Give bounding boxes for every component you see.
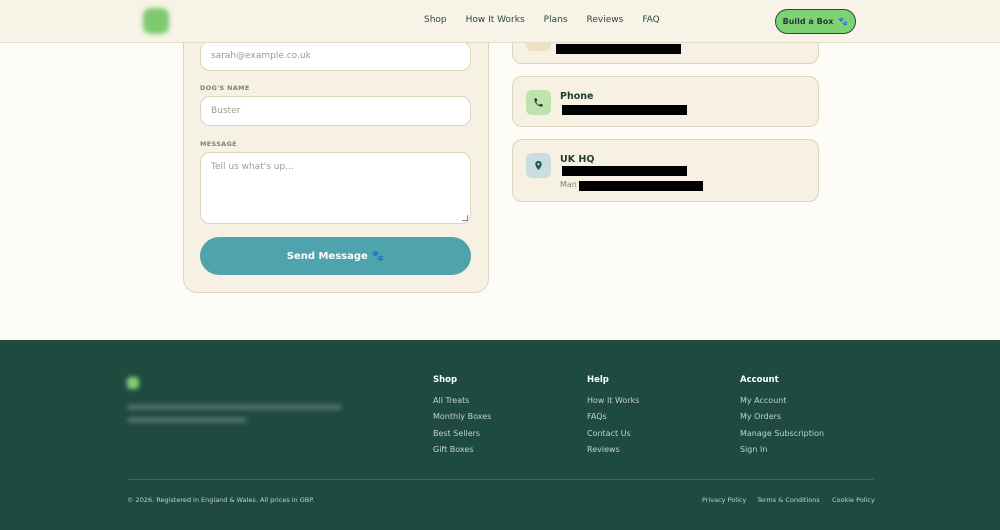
footer-blurb-line: [127, 404, 342, 410]
location-pin-icon: [526, 153, 551, 178]
footer-logo[interactable]: [127, 376, 212, 390]
main-nav: Shop How It Works Plans Reviews FAQ: [424, 15, 660, 25]
message-placeholder: Tell us what's up...: [211, 162, 294, 172]
footer-link-sign-in[interactable]: Sign In: [740, 445, 767, 454]
footer-link-cookie-policy[interactable]: Cookie Policy: [832, 496, 875, 504]
email-placeholder: sarah@example.co.uk: [211, 51, 311, 61]
footer-blurb-line: [127, 417, 247, 423]
paw-icon: 🐾: [371, 250, 385, 262]
send-message-label: Send Message: [286, 250, 368, 262]
logo-text: [177, 13, 255, 29]
nav-reviews[interactable]: Reviews: [587, 15, 624, 25]
footer-link-faqs[interactable]: FAQs: [587, 412, 607, 421]
dog-name-label: DOG'S NAME: [200, 84, 250, 92]
footer-logo-text: [145, 376, 212, 390]
site-header: Shop How It Works Plans Reviews FAQ Buil…: [0, 0, 1000, 43]
redacted-address-line-2: [579, 181, 703, 191]
nav-faq[interactable]: FAQ: [642, 15, 659, 25]
redacted-address-line-1: [562, 166, 687, 176]
footer-link-terms[interactable]: Terms & Conditions: [757, 496, 820, 504]
footer-link-best-sellers[interactable]: Best Sellers: [433, 429, 480, 438]
hq-card: UK HQ Man: [512, 139, 819, 202]
nav-how-it-works[interactable]: How It Works: [466, 15, 525, 25]
build-a-box-button[interactable]: Build a Box 🐾: [775, 9, 856, 34]
footer-link-privacy-policy[interactable]: Privacy Policy: [702, 496, 746, 504]
footer-link-my-account[interactable]: My Account: [740, 396, 786, 405]
phone-icon: [526, 90, 551, 115]
footer-divider: [127, 479, 874, 480]
resize-handle-icon[interactable]: [462, 215, 468, 221]
hq-address-prefix: Man: [560, 180, 577, 189]
footer-logo-mark: [127, 377, 139, 389]
footer-link-monthly-boxes[interactable]: Monthly Boxes: [433, 412, 491, 421]
hq-title: UK HQ: [560, 154, 595, 165]
footer-link-my-orders[interactable]: My Orders: [740, 412, 781, 421]
logo-mark: [143, 8, 169, 34]
dog-name-field[interactable]: Buster: [200, 96, 471, 126]
footer-link-gift-boxes[interactable]: Gift Boxes: [433, 445, 474, 454]
email-field[interactable]: sarah@example.co.uk: [200, 41, 471, 71]
footer-link-contact-us[interactable]: Contact Us: [587, 429, 631, 438]
footer-link-how-it-works[interactable]: How It Works: [587, 396, 639, 405]
footer-account-title: Account: [740, 375, 779, 385]
build-a-box-label: Build a Box: [782, 17, 834, 26]
footer-link-all-treats[interactable]: All Treats: [433, 396, 469, 405]
dog-name-placeholder: Buster: [211, 106, 241, 116]
nav-shop[interactable]: Shop: [424, 15, 447, 25]
message-label: MESSAGE: [200, 140, 237, 148]
logo[interactable]: [143, 8, 255, 34]
footer-copyright: © 2026. Registered in England & Wales. A…: [127, 496, 315, 504]
footer-link-reviews[interactable]: Reviews: [587, 445, 620, 454]
footer-shop-title: Shop: [433, 375, 458, 385]
nav-plans[interactable]: Plans: [544, 15, 568, 25]
send-message-button[interactable]: Send Message 🐾: [200, 237, 471, 275]
phone-card: Phone: [512, 76, 819, 127]
paw-icon: 🐾: [838, 17, 849, 26]
footer-help-title: Help: [587, 375, 609, 385]
phone-title: Phone: [560, 91, 594, 102]
message-textarea[interactable]: Tell us what's up...: [200, 152, 471, 224]
redacted-email: [556, 44, 681, 54]
footer-link-manage-subscription[interactable]: Manage Subscription: [740, 429, 824, 438]
redacted-phone: [562, 105, 687, 115]
